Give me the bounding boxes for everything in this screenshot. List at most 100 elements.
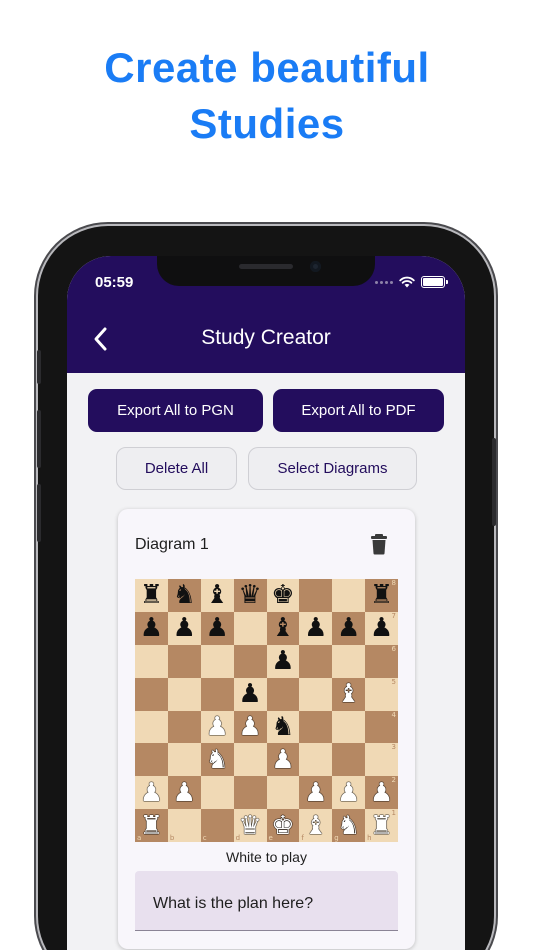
black-pawn-icon[interactable]: ♟: [140, 615, 163, 641]
white-queen-icon[interactable]: ♛: [238, 813, 261, 839]
square-b2[interactable]: ♟: [167, 776, 201, 810]
trash-icon[interactable]: [369, 533, 389, 555]
square-h1[interactable]: ♜ 1 h: [365, 809, 398, 842]
white-rook-icon[interactable]: ♜: [140, 813, 163, 839]
delete-all-button[interactable]: Delete All: [116, 447, 237, 490]
black-pawn-icon[interactable]: ♟: [304, 615, 327, 641]
black-pawn-icon[interactable]: ♟: [238, 681, 261, 707]
square-e5[interactable]: [266, 677, 300, 711]
white-knight-icon[interactable]: ♞: [206, 747, 229, 773]
square-c7[interactable]: ♟: [200, 611, 234, 645]
square-c2[interactable]: [200, 776, 234, 810]
square-f1[interactable]: ♝ f: [299, 809, 333, 842]
square-h7[interactable]: ♟ 7: [365, 611, 398, 645]
square-b8[interactable]: ♞: [167, 579, 201, 612]
square-f6[interactable]: [299, 644, 333, 678]
black-knight-icon[interactable]: ♞: [173, 582, 196, 608]
black-bishop-icon[interactable]: ♝: [271, 615, 294, 641]
white-pawn-icon[interactable]: ♟: [173, 780, 196, 806]
square-e2[interactable]: [266, 776, 300, 810]
black-pawn-icon[interactable]: ♟: [337, 615, 360, 641]
black-king-icon[interactable]: ♚: [271, 582, 294, 608]
black-rook-icon[interactable]: ♜: [140, 582, 163, 608]
square-e7[interactable]: ♝: [266, 611, 300, 645]
square-a6[interactable]: [135, 644, 168, 678]
square-g1[interactable]: ♞ g: [332, 809, 366, 842]
white-pawn-icon[interactable]: ♟: [206, 714, 229, 740]
square-g6[interactable]: [332, 644, 366, 678]
square-f8[interactable]: [299, 579, 333, 612]
square-d5[interactable]: ♟: [233, 677, 267, 711]
square-a2[interactable]: ♟: [135, 776, 168, 810]
square-c8[interactable]: ♝: [200, 579, 234, 612]
white-bishop-icon[interactable]: ♝: [337, 681, 360, 707]
select-diagrams-button[interactable]: Select Diagrams: [248, 447, 417, 490]
square-b6[interactable]: [167, 644, 201, 678]
square-c6[interactable]: [200, 644, 234, 678]
square-g2[interactable]: ♟: [332, 776, 366, 810]
black-bishop-icon[interactable]: ♝: [206, 582, 229, 608]
square-e3[interactable]: ♟: [266, 743, 300, 777]
square-g4[interactable]: [332, 710, 366, 744]
white-pawn-icon[interactable]: ♟: [271, 747, 294, 773]
white-bishop-icon[interactable]: ♝: [304, 813, 327, 839]
black-queen-icon[interactable]: ♛: [238, 582, 261, 608]
square-d1[interactable]: ♛ d: [233, 809, 267, 842]
square-e1[interactable]: ♚ e: [266, 809, 300, 842]
square-h5[interactable]: 5: [365, 677, 398, 711]
chess-board[interactable]: ♜ ♞ ♝ ♛ ♚ ♜ 8 ♟ ♟ ♟ ♝ ♟ ♟ ♟ 7 ♟ 6 ♟ ♝ 5 ♟ ♟ ♞ 4 ♞ ♟ 3 ♟ ♟ ♟ ♟ ♟ 2 ♜ a b c ♛ d ♚…: [135, 579, 398, 842]
white-king-icon[interactable]: ♚: [271, 813, 294, 839]
square-b7[interactable]: ♟: [167, 611, 201, 645]
square-g5[interactable]: ♝: [332, 677, 366, 711]
square-f7[interactable]: ♟: [299, 611, 333, 645]
question-field[interactable]: What is the plan here?: [135, 871, 398, 931]
square-d6[interactable]: [233, 644, 267, 678]
square-a1[interactable]: ♜ a: [135, 809, 168, 842]
square-h6[interactable]: 6: [365, 644, 398, 678]
square-d3[interactable]: [233, 743, 267, 777]
square-c5[interactable]: [200, 677, 234, 711]
black-rook-icon[interactable]: ♜: [370, 582, 393, 608]
square-f4[interactable]: [299, 710, 333, 744]
square-b3[interactable]: [167, 743, 201, 777]
square-d8[interactable]: ♛: [233, 579, 267, 612]
white-knight-icon[interactable]: ♞: [337, 813, 360, 839]
square-c3[interactable]: ♞: [200, 743, 234, 777]
square-d7[interactable]: [233, 611, 267, 645]
black-pawn-icon[interactable]: ♟: [206, 615, 229, 641]
square-d2[interactable]: [233, 776, 267, 810]
square-g8[interactable]: [332, 579, 366, 612]
square-h2[interactable]: ♟ 2: [365, 776, 398, 810]
square-g7[interactable]: ♟: [332, 611, 366, 645]
square-h8[interactable]: ♜ 8: [365, 579, 398, 612]
export-pgn-button[interactable]: Export All to PGN: [88, 389, 263, 432]
square-f5[interactable]: [299, 677, 333, 711]
square-a4[interactable]: [135, 710, 168, 744]
square-g3[interactable]: [332, 743, 366, 777]
square-a7[interactable]: ♟: [135, 611, 168, 645]
white-rook-icon[interactable]: ♜: [370, 813, 393, 839]
square-f2[interactable]: ♟: [299, 776, 333, 810]
white-pawn-icon[interactable]: ♟: [304, 780, 327, 806]
black-pawn-icon[interactable]: ♟: [370, 615, 393, 641]
square-a8[interactable]: ♜: [135, 579, 168, 612]
square-d4[interactable]: ♟: [233, 710, 267, 744]
white-pawn-icon[interactable]: ♟: [238, 714, 261, 740]
square-e6[interactable]: ♟: [266, 644, 300, 678]
export-pdf-button[interactable]: Export All to PDF: [273, 389, 444, 432]
black-pawn-icon[interactable]: ♟: [173, 615, 196, 641]
square-c1[interactable]: c: [200, 809, 234, 842]
square-h4[interactable]: 4: [365, 710, 398, 744]
square-a5[interactable]: [135, 677, 168, 711]
square-b4[interactable]: [167, 710, 201, 744]
square-f3[interactable]: [299, 743, 333, 777]
black-pawn-icon[interactable]: ♟: [271, 648, 294, 674]
square-b5[interactable]: [167, 677, 201, 711]
white-pawn-icon[interactable]: ♟: [370, 780, 393, 806]
black-knight-icon[interactable]: ♞: [271, 714, 294, 740]
square-b1[interactable]: b: [167, 809, 201, 842]
white-pawn-icon[interactable]: ♟: [140, 780, 163, 806]
square-c4[interactable]: ♟: [200, 710, 234, 744]
square-a3[interactable]: [135, 743, 168, 777]
white-pawn-icon[interactable]: ♟: [337, 780, 360, 806]
